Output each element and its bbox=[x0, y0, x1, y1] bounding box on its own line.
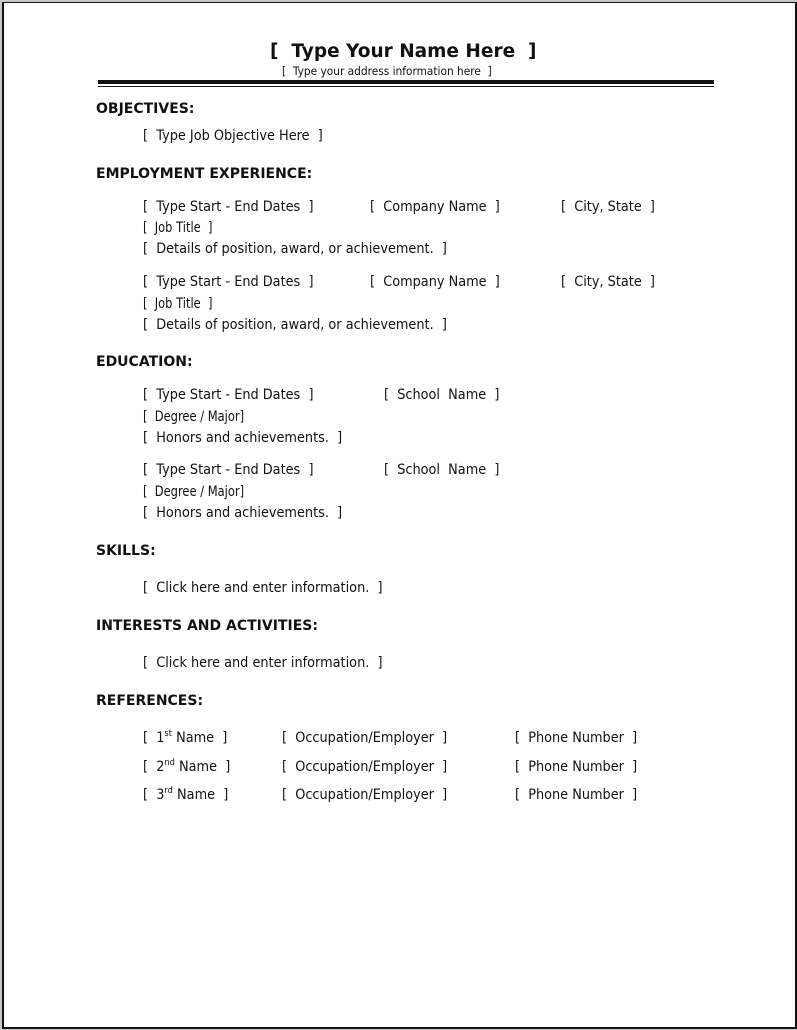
reference-occupation-field[interactable]: [ Occupation/Employer ] bbox=[282, 730, 447, 746]
objectives-heading: OBJECTIVES: bbox=[96, 101, 195, 117]
education-dates-field[interactable]: [ Type Start - End Dates ] bbox=[143, 387, 313, 403]
name-field[interactable]: [ Type Your Name Here ] bbox=[270, 41, 536, 62]
honors-field[interactable]: [ Honors and achievements. ] bbox=[143, 505, 342, 521]
degree-major-field[interactable]: [ Degree / Major] bbox=[143, 484, 244, 500]
reference-phone-field[interactable]: [ Phone Number ] bbox=[515, 787, 637, 803]
degree-major-field[interactable]: [ Degree / Major] bbox=[143, 409, 244, 425]
company-name-field[interactable]: [ Company Name ] bbox=[370, 274, 500, 290]
reference-name-prefix: [ 1 bbox=[143, 730, 165, 746]
city-state-field[interactable]: [ City, State ] bbox=[561, 199, 655, 215]
reference-phone-field[interactable]: [ Phone Number ] bbox=[515, 759, 637, 775]
education-dates-field[interactable]: [ Type Start - End Dates ] bbox=[143, 462, 313, 478]
employment-dates-field[interactable]: [ Type Start - End Dates ] bbox=[143, 274, 313, 290]
city-state-field[interactable]: [ City, State ] bbox=[561, 274, 655, 290]
address-field[interactable]: [ Type your address information here ] bbox=[282, 64, 492, 78]
education-heading: EDUCATION: bbox=[96, 354, 193, 370]
employment-dates-field[interactable]: [ Type Start - End Dates ] bbox=[143, 199, 313, 215]
position-details-field[interactable]: [ Details of position, award, or achieve… bbox=[143, 241, 447, 257]
reference-name-field[interactable]: [ 2nd Name ] bbox=[143, 758, 231, 776]
interests-field[interactable]: [ Click here and enter information. ] bbox=[143, 655, 383, 671]
interests-heading: INTERESTS AND ACTIVITIES: bbox=[96, 618, 318, 634]
company-name-field[interactable]: [ Company Name ] bbox=[370, 199, 500, 215]
reference-name-prefix: [ 2 bbox=[143, 759, 165, 775]
reference-name-suffix: Name ] bbox=[172, 787, 229, 803]
reference-name-suffix: Name ] bbox=[174, 759, 231, 775]
reference-name-field[interactable]: [ 1st Name ] bbox=[143, 729, 228, 747]
skills-field[interactable]: [ Click here and enter information. ] bbox=[143, 580, 383, 596]
skills-heading: SKILLS: bbox=[96, 543, 156, 559]
ordinal-suffix: nd bbox=[164, 758, 175, 768]
job-title-field[interactable]: [ Job Title ] bbox=[143, 296, 213, 312]
header-rule-thin bbox=[98, 86, 714, 87]
ordinal-suffix: st bbox=[164, 729, 172, 739]
objective-field[interactable]: [ Type Job Objective Here ] bbox=[143, 128, 323, 144]
reference-name-suffix: Name ] bbox=[171, 730, 228, 746]
reference-name-prefix: [ 3 bbox=[143, 787, 165, 803]
reference-name-field[interactable]: [ 3rd Name ] bbox=[143, 786, 229, 804]
resume-page: [ Type Your Name Here ] [ Type your addr… bbox=[2, 2, 797, 1029]
job-title-field[interactable]: [ Job Title ] bbox=[143, 220, 213, 236]
employment-heading: EMPLOYMENT EXPERIENCE: bbox=[96, 166, 313, 182]
reference-occupation-field[interactable]: [ Occupation/Employer ] bbox=[282, 759, 447, 775]
school-name-field[interactable]: [ School Name ] bbox=[384, 462, 499, 478]
reference-phone-field[interactable]: [ Phone Number ] bbox=[515, 730, 637, 746]
position-details-field[interactable]: [ Details of position, award, or achieve… bbox=[143, 317, 447, 333]
ordinal-suffix: rd bbox=[164, 786, 173, 796]
header-rule-thick bbox=[98, 80, 714, 84]
reference-occupation-field[interactable]: [ Occupation/Employer ] bbox=[282, 787, 447, 803]
school-name-field[interactable]: [ School Name ] bbox=[384, 387, 499, 403]
references-heading: REFERENCES: bbox=[96, 693, 204, 709]
honors-field[interactable]: [ Honors and achievements. ] bbox=[143, 430, 342, 446]
